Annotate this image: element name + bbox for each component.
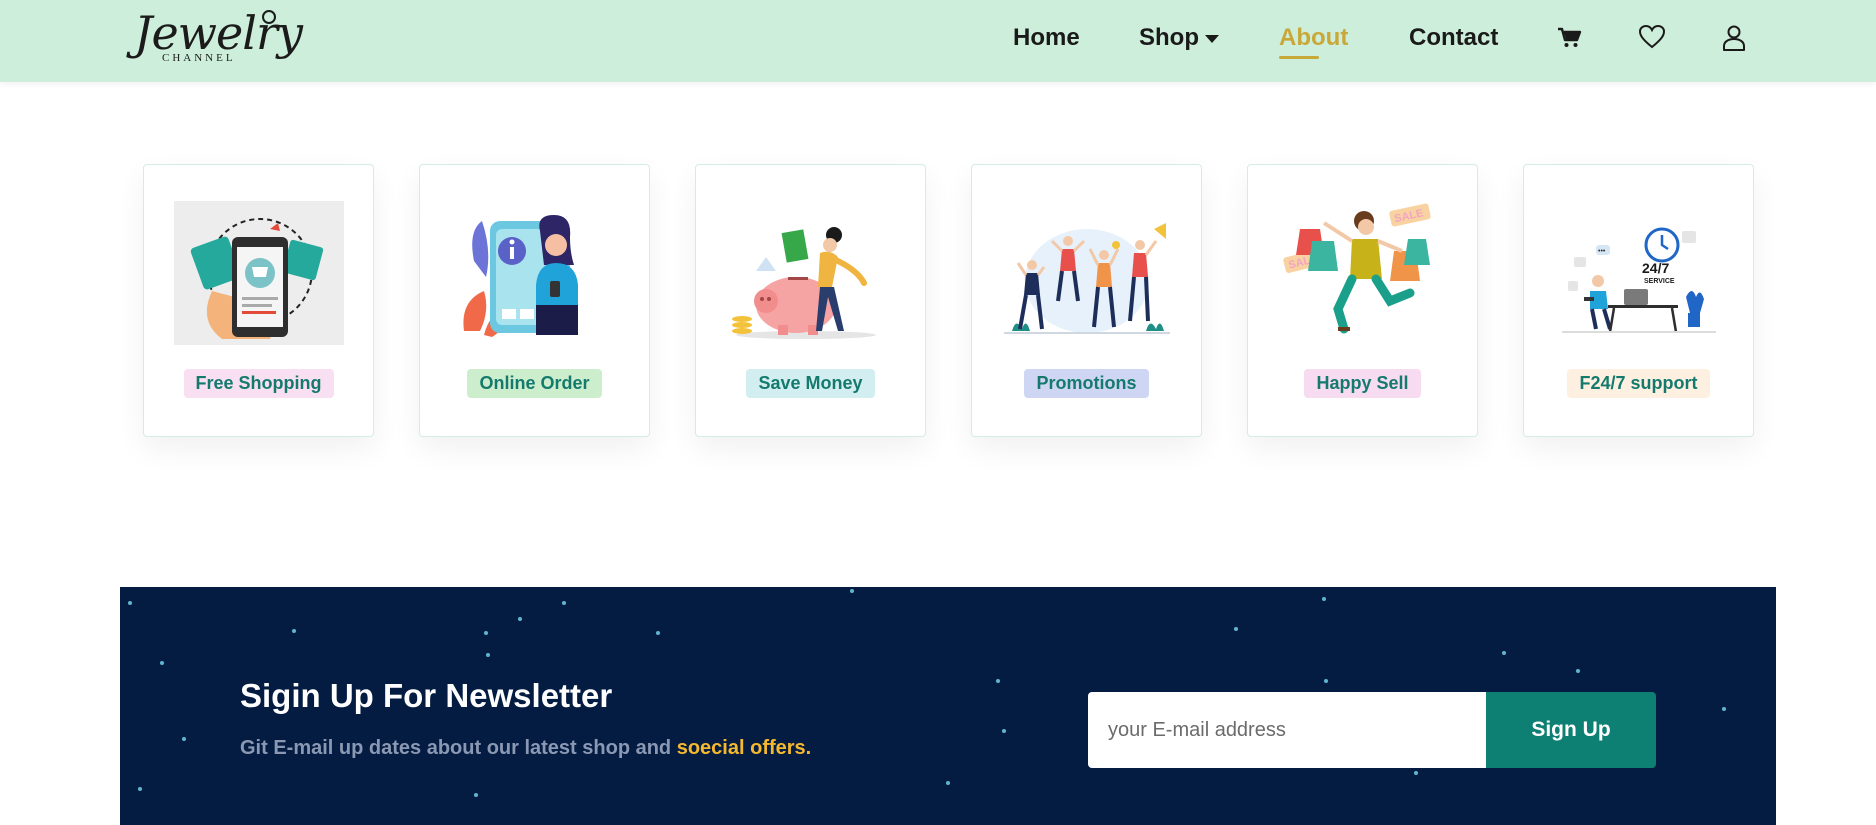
caret-down-icon <box>1205 34 1219 43</box>
star-decoration <box>850 589 854 593</box>
svg-text:SERVICE: SERVICE <box>1644 278 1675 285</box>
star-decoration <box>1322 597 1326 601</box>
feature-card-free-shopping[interactable]: Free Shopping <box>143 164 374 437</box>
nav-contact[interactable]: Contact <box>1409 24 1498 52</box>
support-icon: ••• 24/7 SERVICE <box>1554 201 1724 345</box>
feature-card-support[interactable]: ••• 24/7 SERVICE F24/7 support <box>1523 164 1754 437</box>
newsletter-title: Sigin Up For Newsletter <box>240 677 613 714</box>
star-decoration <box>1722 707 1726 711</box>
newsletter-subtitle-text: Git E-mail up dates about our latest sho… <box>240 737 677 759</box>
star-decoration <box>1414 771 1418 775</box>
feature-label: Online Order <box>467 369 602 398</box>
star-decoration <box>484 631 488 635</box>
heart-icon[interactable] <box>1638 24 1666 52</box>
feature-card-happy-sell[interactable]: SALE SALE Happy Sell <box>1247 164 1478 437</box>
feature-card-online-order[interactable]: Online Order <box>419 164 650 437</box>
feature-label: F24/7 support <box>1567 369 1710 398</box>
sign-up-button[interactable]: Sign Up <box>1486 692 1656 768</box>
online-order-icon <box>450 201 620 345</box>
feature-card-save-money[interactable]: Save Money <box>695 164 926 437</box>
newsletter-form: Sign Up <box>1088 692 1656 768</box>
site-header: Jewelry CHANNEL Home Shop About Contact <box>0 0 1876 82</box>
feature-label: Save Money <box>746 369 875 398</box>
nav-about[interactable]: About <box>1279 24 1348 59</box>
svg-text:•••: ••• <box>1598 248 1606 255</box>
feature-card-promotions[interactable]: Promotions <box>971 164 1202 437</box>
promotions-icon <box>1002 201 1172 345</box>
star-decoration <box>996 679 1000 683</box>
star-decoration <box>292 629 296 633</box>
feature-label: Happy Sell <box>1304 369 1421 398</box>
nav-shop-label: Shop <box>1139 24 1199 51</box>
star-decoration <box>160 661 164 665</box>
cart-icon[interactable] <box>1556 24 1584 52</box>
user-icon[interactable] <box>1721 24 1749 52</box>
newsletter-section: Sigin Up For Newsletter Git E-mail up da… <box>120 587 1776 825</box>
star-decoration <box>128 601 132 605</box>
star-decoration <box>1324 679 1328 683</box>
star-decoration <box>474 793 478 797</box>
happy-sell-icon: SALE SALE <box>1278 201 1448 345</box>
star-decoration <box>1502 651 1506 655</box>
piggy-bank-icon <box>726 201 896 345</box>
star-decoration <box>656 631 660 635</box>
email-input[interactable] <box>1088 692 1486 768</box>
brand-logo[interactable]: Jewelry CHANNEL <box>134 6 303 66</box>
svg-text:24/7: 24/7 <box>1642 260 1669 276</box>
star-decoration <box>1576 669 1580 673</box>
nav-home[interactable]: Home <box>1013 24 1080 52</box>
star-decoration <box>138 787 142 791</box>
nav-shop[interactable]: Shop <box>1139 24 1219 52</box>
feature-label: Free Shopping <box>183 369 334 398</box>
star-decoration <box>562 601 566 605</box>
star-decoration <box>946 781 950 785</box>
shopping-phone-icon <box>174 201 344 345</box>
star-decoration <box>1234 627 1238 631</box>
feature-label: Promotions <box>1024 369 1149 398</box>
star-decoration <box>486 653 490 657</box>
star-decoration <box>518 617 522 621</box>
star-decoration <box>182 737 186 741</box>
star-decoration <box>1002 729 1006 733</box>
logo-subtitle: CHANNEL <box>162 52 236 64</box>
newsletter-subtitle-highlight: soecial offers. <box>676 737 812 759</box>
newsletter-subtitle: Git E-mail up dates about our latest sho… <box>240 737 811 760</box>
ring-icon <box>262 10 276 24</box>
